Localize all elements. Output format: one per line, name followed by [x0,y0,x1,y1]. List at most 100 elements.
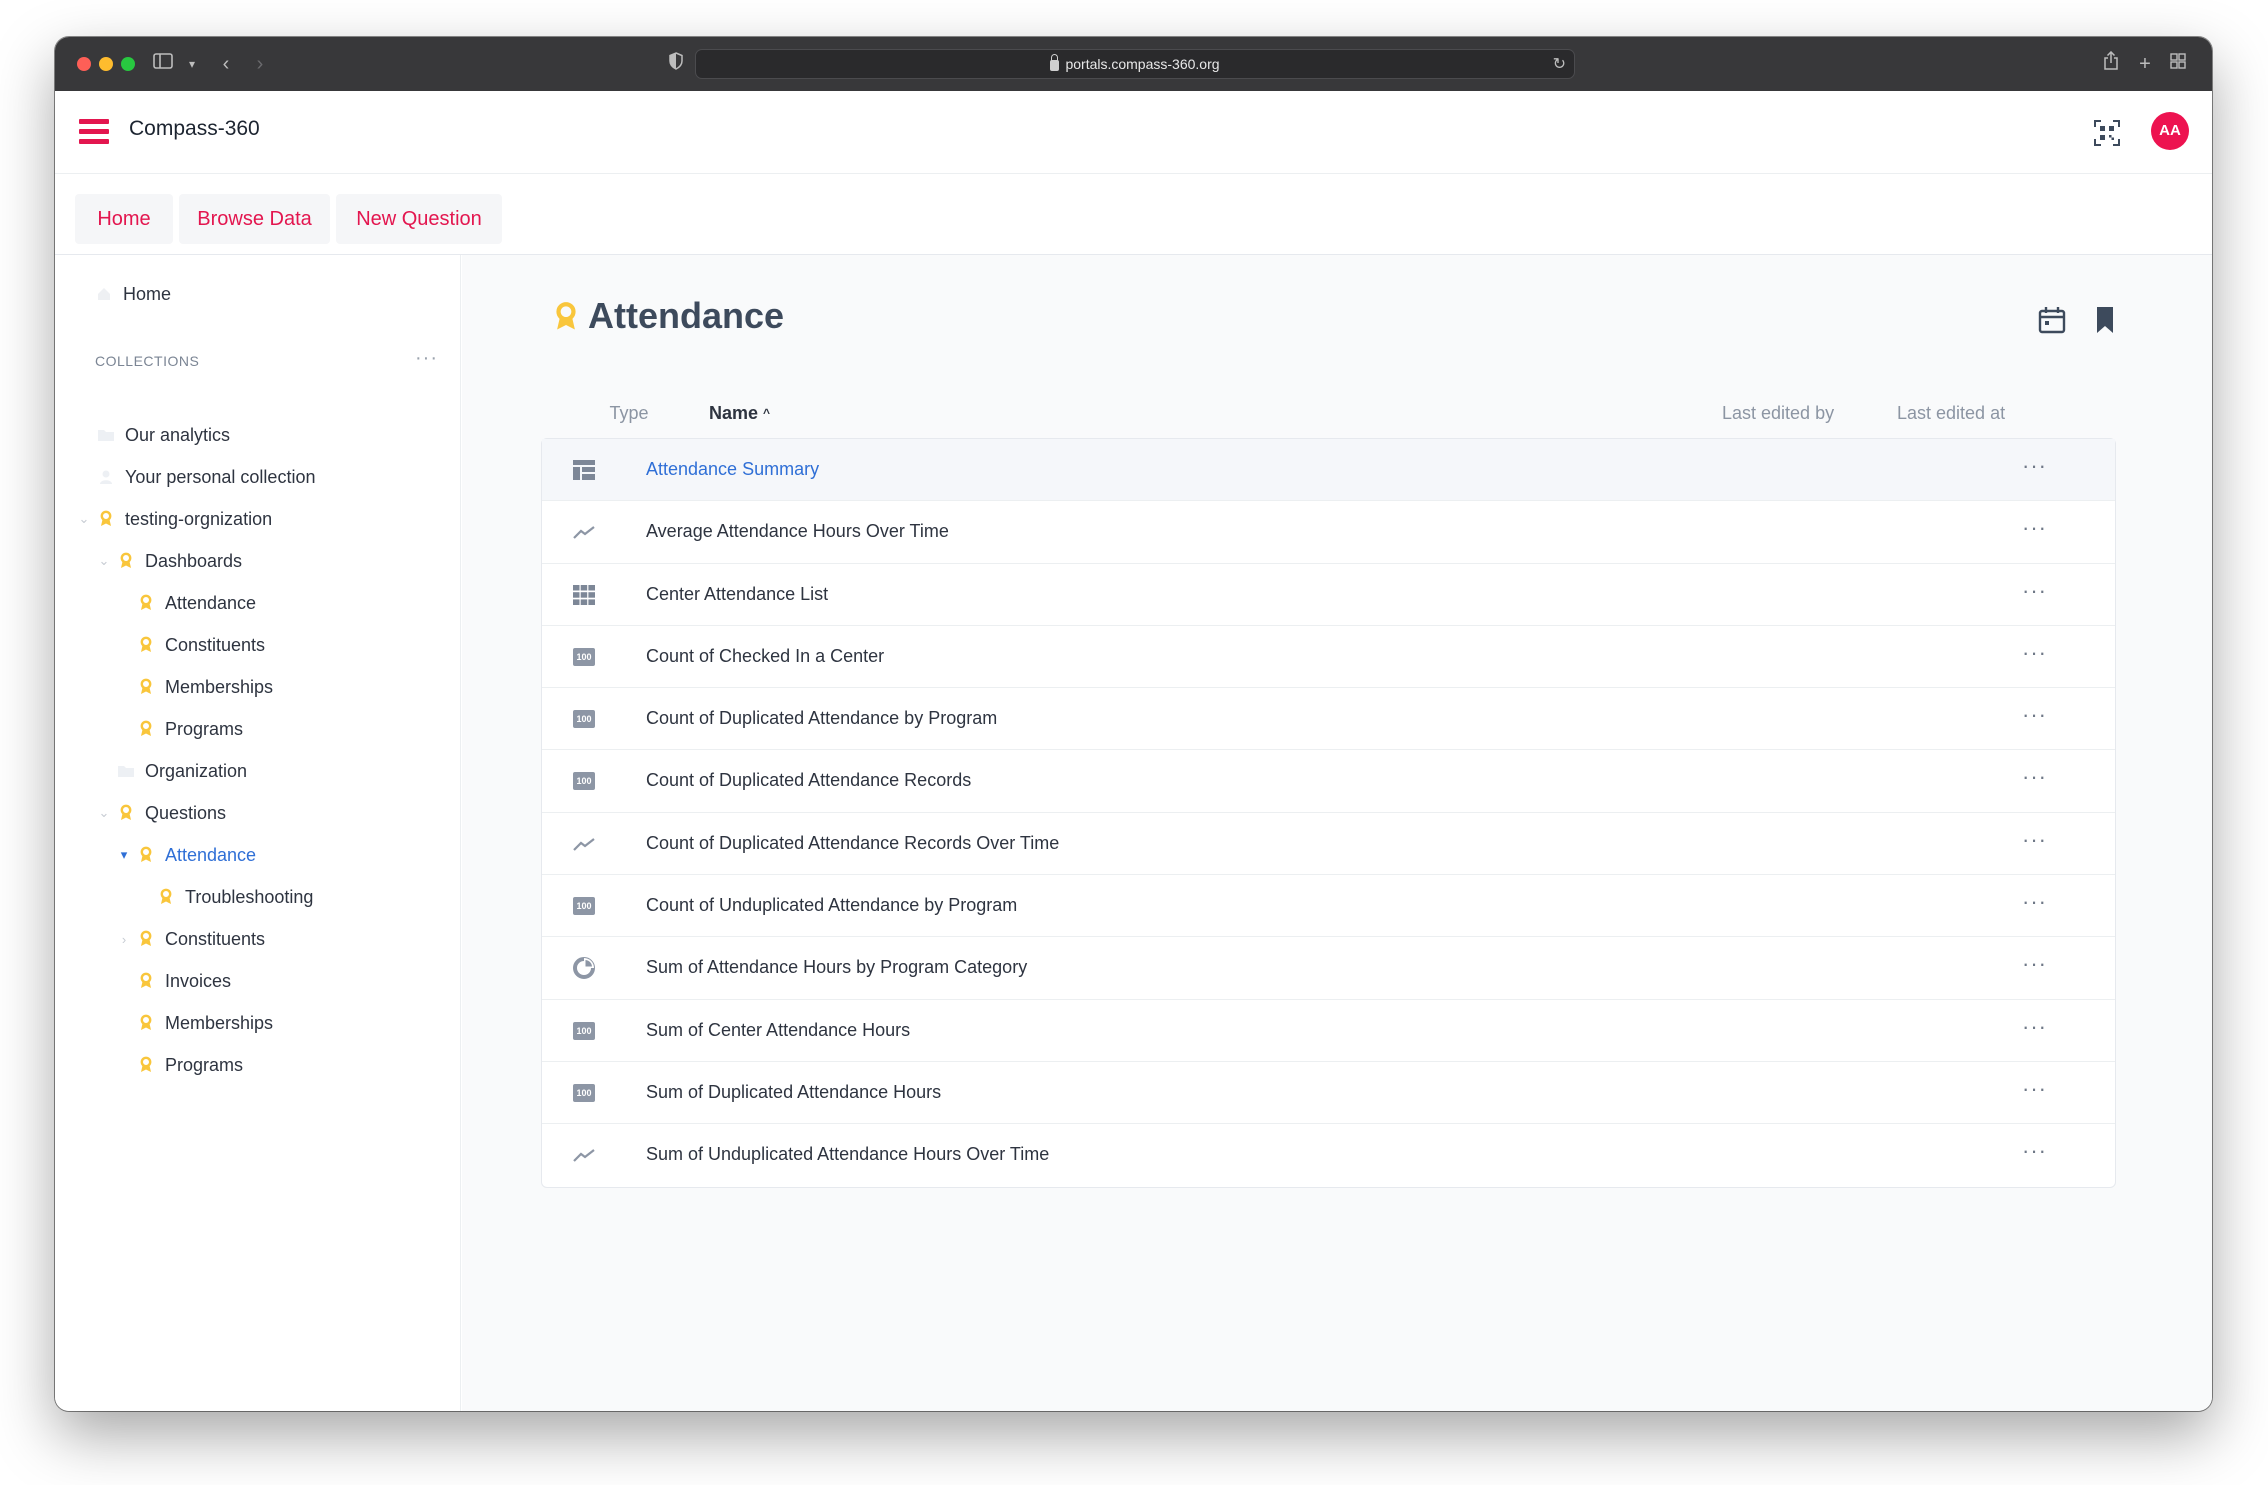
badge-icon [115,802,137,824]
sidebar-item-questions-programs[interactable]: Programs [117,1050,243,1080]
item-name-link[interactable]: Count of Unduplicated Attendance by Prog… [646,895,1017,916]
sidebar-item-our-analytics[interactable]: Our analytics [77,420,230,450]
sidebar-item-dashboards-memberships[interactable]: Memberships [117,672,273,702]
back-icon[interactable]: ‹ [213,51,239,77]
tab-new-question[interactable]: New Question [336,194,502,244]
table-row[interactable]: Attendance Summary ··· [542,439,2115,502]
column-header-last-edited-at[interactable]: Last edited at [1897,403,2005,424]
more-options-icon[interactable]: ··· [2022,640,2047,666]
chevron-down-icon[interactable]: ⌄ [77,511,91,527]
person-icon [95,466,117,488]
sidebar-toggle-icon[interactable] [151,51,177,77]
badge-icon [552,301,580,333]
table-row[interactable]: 100 Count of Unduplicated Attendance by … [542,875,2115,938]
table-row[interactable]: 100 Count of Checked In a Center ··· [542,626,2115,689]
sidebar-item-questions-attendance[interactable]: ▾ Attendance [117,840,256,870]
chevron-down-icon[interactable]: ▾ [117,847,131,863]
table-row[interactable]: Count of Duplicated Attendance Records O… [542,813,2115,876]
table-row[interactable]: Center Attendance List ··· [542,564,2115,626]
item-name-link[interactable]: Count of Duplicated Attendance Records O… [646,833,1059,854]
table-row[interactable]: 100 Sum of Center Attendance Hours ··· [542,1000,2115,1062]
sidebar-item-questions-constituents[interactable]: › Constituents [117,924,265,954]
item-name-link[interactable]: Sum of Duplicated Attendance Hours [646,1082,941,1103]
shield-icon[interactable] [663,51,689,77]
table-row[interactable]: Sum of Unduplicated Attendance Hours Ove… [542,1124,2115,1186]
sidebar-item-invoices[interactable]: Invoices [117,966,231,996]
calendar-icon[interactable] [2037,305,2067,335]
item-name-link[interactable]: Attendance Summary [646,459,819,480]
collections-more-icon[interactable]: ··· [415,347,438,370]
table-row[interactable]: 100 Count of Duplicated Attendance by Pr… [542,688,2115,751]
sidebar-item-label: Troubleshooting [185,886,314,907]
more-options-icon[interactable]: ··· [2022,889,2047,915]
forward-icon[interactable]: › [247,51,273,77]
number-icon: 100 [572,1081,596,1105]
reload-icon[interactable]: ↻ [1553,54,1566,74]
item-name-link[interactable]: Average Attendance Hours Over Time [646,521,949,542]
column-header-type[interactable]: Type [609,403,648,424]
chevron-down-icon[interactable]: ▾ [179,51,205,77]
chevron-right-icon[interactable]: › [117,932,131,947]
table-row[interactable]: 100 Count of Duplicated Attendance Recor… [542,750,2115,813]
sidebar-item-troubleshooting[interactable]: Troubleshooting [137,882,313,912]
table-row[interactable]: Average Attendance Hours Over Time ··· [542,501,2115,564]
close-window-button[interactable] [77,57,91,71]
column-header-name[interactable]: Name ^ [709,403,770,424]
item-name-link[interactable]: Count of Duplicated Attendance Records [646,770,971,791]
badge-icon [155,886,177,908]
badge-icon [135,970,157,992]
tab-browse-data[interactable]: Browse Data [179,194,330,244]
item-name-link[interactable]: Sum of Center Attendance Hours [646,1020,910,1041]
minimize-window-button[interactable] [99,57,113,71]
menu-icon[interactable] [79,119,109,145]
number-icon: 100 [572,1019,596,1043]
bookmark-icon[interactable] [2092,305,2118,335]
sidebar-item-home[interactable]: Home [93,279,171,309]
app-title[interactable]: Compass-360 [129,117,260,141]
sidebar-item-personal-collection[interactable]: Your personal collection [77,462,315,492]
sidebar-item-questions-memberships[interactable]: Memberships [117,1008,273,1038]
sidebar-item-dashboards-attendance[interactable]: Attendance [117,588,256,618]
more-options-icon[interactable]: ··· [2022,515,2047,541]
sidebar-item-dashboards[interactable]: ⌄ Dashboards [97,546,243,576]
item-name-link[interactable]: Count of Duplicated Attendance by Progra… [646,708,997,729]
more-options-icon[interactable]: ··· [2022,1138,2047,1164]
more-options-icon[interactable]: ··· [2022,702,2047,728]
table-row[interactable]: Sum of Attendance Hours by Program Categ… [542,937,2115,1000]
tab-overview-icon[interactable] [2165,51,2191,77]
sidebar-item-testing-orgnization[interactable]: ⌄ testing-orgnization [77,504,273,534]
item-name-link[interactable]: Sum of Unduplicated Attendance Hours Ove… [646,1144,1049,1165]
sidebar-item-questions[interactable]: ⌄ Questions [97,798,227,828]
sidebar-item-dashboards-programs[interactable]: Programs [117,714,243,744]
table-row[interactable]: 100 Sum of Duplicated Attendance Hours ·… [542,1062,2115,1125]
sidebar-item-organization[interactable]: Organization [97,756,247,786]
more-options-icon[interactable]: ··· [2022,453,2047,479]
sidebar-item-label: Memberships [165,676,274,697]
more-options-icon[interactable]: ··· [2022,951,2047,977]
item-name-link[interactable]: Count of Checked In a Center [646,646,884,667]
qr-code-icon[interactable] [2093,119,2121,147]
more-options-icon[interactable]: ··· [2022,578,2047,604]
column-header-last-edited-by[interactable]: Last edited by [1722,403,1834,424]
more-options-icon[interactable]: ··· [2022,827,2047,853]
number-icon: 100 [572,707,596,731]
sidebar-item-label: Programs [165,1054,244,1075]
sidebar-item-label: Constituents [165,634,266,655]
new-tab-icon[interactable]: + [2132,51,2158,77]
more-options-icon[interactable]: ··· [2022,764,2047,790]
sidebar-item-dashboards-constituents[interactable]: Constituents [117,630,265,660]
more-options-icon[interactable]: ··· [2022,1014,2047,1040]
avatar[interactable]: AA [2151,112,2189,150]
chevron-down-icon[interactable]: ⌄ [97,805,111,821]
item-name-link[interactable]: Sum of Attendance Hours by Program Categ… [646,957,1027,978]
badge-icon [135,634,157,656]
zoom-window-button[interactable] [121,57,135,71]
badge-icon [135,1012,157,1034]
more-options-icon[interactable]: ··· [2022,1076,2047,1102]
share-icon[interactable] [2098,50,2124,77]
chevron-down-icon[interactable]: ⌄ [97,553,111,569]
address-bar[interactable]: portals.compass-360.org ↻ [695,49,1575,79]
item-name-link[interactable]: Center Attendance List [646,584,828,605]
tab-home[interactable]: Home [75,194,173,244]
sidebar-item-label: Dashboards [145,550,243,571]
